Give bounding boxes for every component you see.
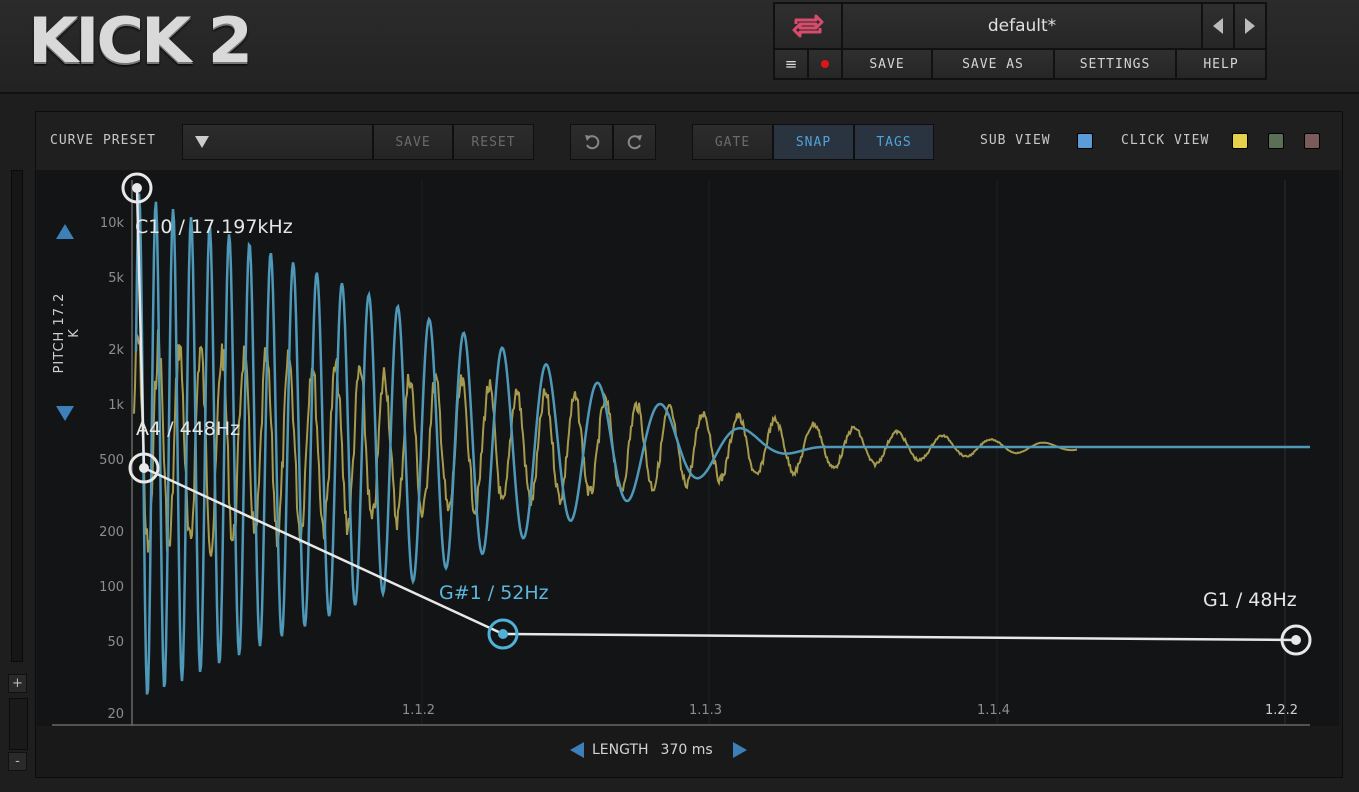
loop-button[interactable] bbox=[774, 3, 842, 49]
y-tick-label: 1k bbox=[108, 397, 124, 413]
click-view-color-swatch-1[interactable] bbox=[1232, 133, 1248, 149]
next-preset-button[interactable] bbox=[1234, 3, 1266, 49]
curve-node-label: G1 / 48Hz bbox=[1203, 589, 1297, 611]
chevron-right-icon bbox=[1245, 18, 1255, 34]
curve-toolbar: CURVE PRESET SAVE RESET GATE SNAP TAGS S… bbox=[36, 112, 1342, 170]
pitch-up-button[interactable] bbox=[55, 222, 75, 240]
chevron-left-icon bbox=[1213, 18, 1223, 34]
y-tick-label: 10k bbox=[99, 216, 124, 231]
preset-browser: default* ≡ SAVE SAVE AS SETTINGS HELP bbox=[773, 2, 1267, 80]
tags-button[interactable]: TAGS bbox=[854, 124, 934, 160]
save-as-button[interactable]: SAVE AS bbox=[932, 49, 1054, 79]
preset-name-display[interactable]: default* bbox=[842, 3, 1202, 49]
y-tick-label: 200 bbox=[99, 525, 124, 541]
click-view-label: CLICK VIEW bbox=[1121, 133, 1210, 148]
curve-save-label: SAVE bbox=[395, 134, 431, 150]
help-label: HELP bbox=[1203, 56, 1239, 72]
curve-node-center bbox=[498, 629, 508, 639]
snap-button[interactable]: SNAP bbox=[773, 124, 854, 160]
curve-node-label: A4 / 448Hz bbox=[136, 418, 241, 440]
undo-icon bbox=[584, 135, 599, 150]
click-view-color-swatch-2[interactable] bbox=[1268, 133, 1284, 149]
gate-label: GATE bbox=[714, 134, 751, 150]
curve-node-label: C10 / 17.197kHz bbox=[135, 216, 293, 238]
zoom-slider[interactable] bbox=[11, 170, 23, 662]
prev-preset-button[interactable] bbox=[1202, 3, 1234, 49]
y-tick-label: 100 bbox=[99, 579, 124, 595]
redo-button[interactable] bbox=[613, 124, 656, 160]
length-control: LENGTH 370 ms bbox=[570, 740, 747, 760]
zoom-level-indicator bbox=[9, 698, 28, 750]
y-tick-label: 2k bbox=[108, 343, 124, 359]
snap-label: SNAP bbox=[795, 134, 832, 150]
curve-node-center bbox=[139, 463, 149, 473]
y-tick-label: 500 bbox=[99, 452, 124, 468]
save-as-label: SAVE AS bbox=[962, 56, 1024, 72]
length-increase-button[interactable] bbox=[732, 742, 747, 758]
y-tick-label: 5k bbox=[108, 270, 124, 286]
curve-node-center bbox=[1291, 635, 1301, 645]
record-dot-icon bbox=[821, 60, 829, 68]
undo-button[interactable] bbox=[570, 124, 613, 160]
curve-preset-label: CURVE PRESET bbox=[50, 133, 156, 148]
zoom-in-button[interactable]: + bbox=[8, 674, 27, 693]
x-tick-label: 1.2.2 bbox=[1265, 703, 1299, 718]
hamburger-icon: ≡ bbox=[784, 55, 798, 73]
sub-view-label: SUB VIEW bbox=[980, 133, 1051, 148]
pitch-down-button[interactable] bbox=[55, 405, 75, 423]
pitch-label: PITCH 17.2 K bbox=[52, 292, 82, 374]
x-tick-label: 1.1.4 bbox=[977, 703, 1011, 718]
menu-button[interactable]: ≡ bbox=[774, 49, 808, 79]
x-tick-label: 1.1.3 bbox=[689, 703, 723, 718]
sub-view-color-swatch[interactable] bbox=[1077, 133, 1093, 149]
top-bar: KICK 2 default* ≡ SAVE SAVE AS SETTINGS … bbox=[0, 0, 1359, 94]
x-tick-label: 1.1.2 bbox=[402, 703, 436, 718]
curve-save-button[interactable]: SAVE bbox=[373, 124, 453, 160]
length-label: LENGTH bbox=[592, 742, 649, 758]
y-tick-label: 50 bbox=[107, 634, 124, 650]
record-button[interactable] bbox=[808, 49, 842, 79]
length-decrease-button[interactable] bbox=[570, 742, 584, 758]
zoom-out-button[interactable]: - bbox=[8, 752, 27, 771]
save-preset-button[interactable]: SAVE bbox=[842, 49, 932, 79]
settings-button[interactable]: SETTINGS bbox=[1054, 49, 1176, 79]
settings-label: SETTINGS bbox=[1079, 56, 1151, 72]
minus-icon: - bbox=[15, 754, 20, 769]
pitch-graph-canvas[interactable] bbox=[37, 170, 1339, 726]
curve-reset-button[interactable]: RESET bbox=[453, 124, 534, 160]
curve-node-label: G#1 / 52Hz bbox=[439, 582, 549, 604]
tags-label: TAGS bbox=[876, 134, 912, 150]
loop-icon bbox=[792, 14, 824, 38]
curve-reset-label: RESET bbox=[471, 134, 516, 150]
gate-button[interactable]: GATE bbox=[692, 124, 773, 160]
dropdown-arrow-icon bbox=[195, 136, 209, 148]
sub-waveform bbox=[134, 193, 1310, 695]
app-logo: KICK 2 bbox=[28, 4, 253, 77]
click-view-color-swatch-3[interactable] bbox=[1304, 133, 1320, 149]
help-button[interactable]: HELP bbox=[1176, 49, 1266, 79]
y-tick-label: 20 bbox=[107, 707, 124, 722]
save-label: SAVE bbox=[869, 56, 905, 72]
pitch-graph[interactable] bbox=[37, 170, 1339, 726]
plus-icon: + bbox=[12, 676, 23, 691]
length-value: 370 ms bbox=[660, 742, 713, 758]
preset-name: default* bbox=[987, 16, 1057, 36]
curve-node-center bbox=[132, 183, 142, 193]
curve-preset-dropdown[interactable] bbox=[182, 124, 373, 160]
redo-icon bbox=[627, 135, 642, 150]
